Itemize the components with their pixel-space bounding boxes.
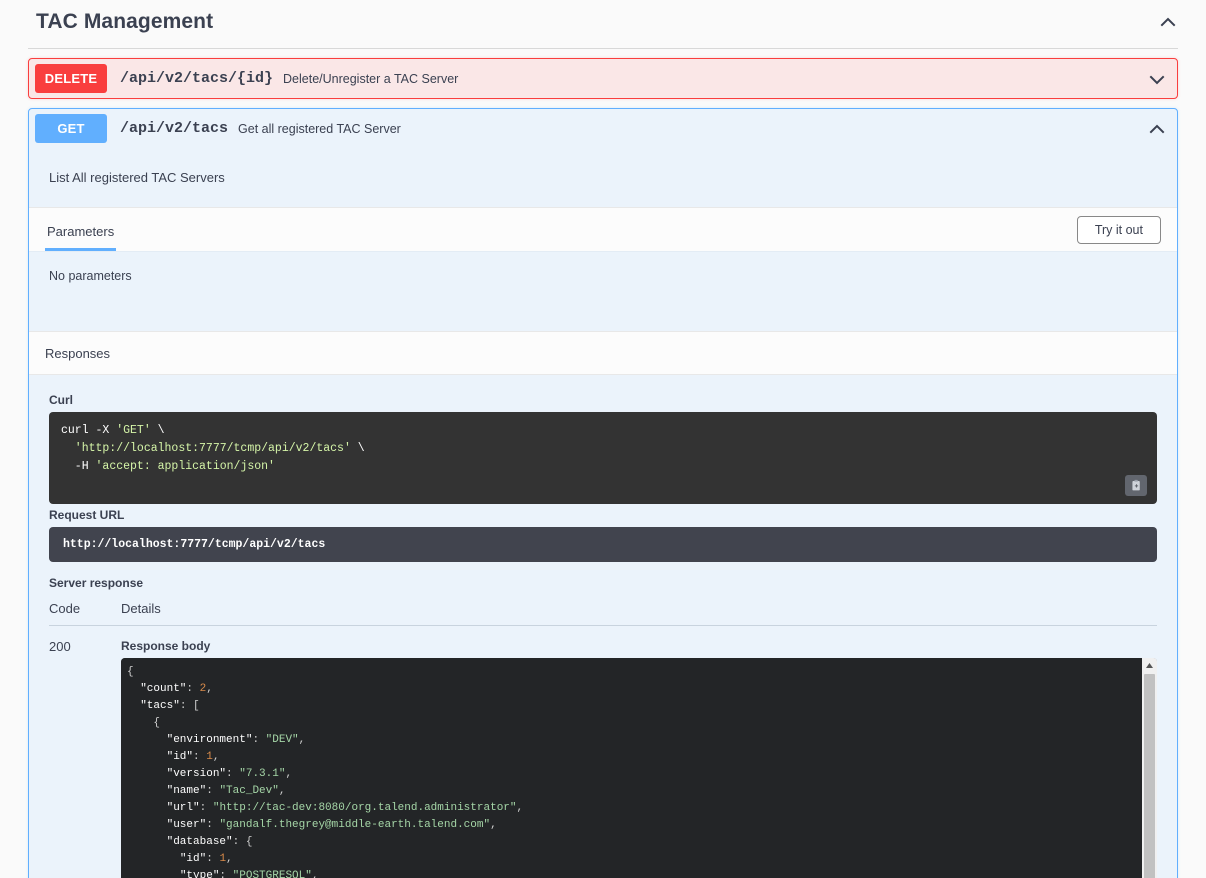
chevron-up-icon[interactable] bbox=[1158, 12, 1178, 32]
responses-header: Responses bbox=[29, 331, 1177, 375]
curl-line3-header: 'accept: application/json' bbox=[96, 460, 275, 473]
operation-summary-delete: Delete/Unregister a TAC Server bbox=[283, 72, 1147, 86]
response-details: Response body { "count": 2, "tacs": [ { … bbox=[121, 639, 1157, 878]
tag-header[interactable]: TAC Management bbox=[28, 0, 1178, 48]
response-body-viewer: { "count": 2, "tacs": [ { "environment":… bbox=[121, 658, 1157, 878]
responses-area: Curl curl -X 'GET' \ 'http://localhost:7… bbox=[29, 375, 1177, 878]
chevron-down-icon[interactable] bbox=[1147, 69, 1167, 89]
divider bbox=[28, 48, 1178, 49]
no-parameters-text: No parameters bbox=[29, 251, 1177, 331]
operation-path-get: /api/v2/tacs bbox=[120, 120, 228, 137]
swagger-ui-page: TAC Management DELETE /api/v2/tacs/{id} … bbox=[0, 0, 1206, 878]
curl-line3-flag: -H bbox=[61, 460, 96, 473]
page-title: TAC Management bbox=[36, 10, 213, 34]
operations-list: DELETE /api/v2/tacs/{id} Delete/Unregist… bbox=[0, 58, 1206, 878]
request-url-label: Request URL bbox=[49, 508, 1157, 522]
operation-description: List All registered TAC Servers bbox=[29, 148, 1177, 207]
tag-section: TAC Management bbox=[0, 0, 1206, 49]
curl-line1-continuation: \ bbox=[151, 424, 165, 437]
column-header-code: Code bbox=[49, 601, 121, 616]
tab-parameters[interactable]: Parameters bbox=[45, 222, 116, 251]
curl-label: Curl bbox=[49, 393, 1157, 407]
clipboard-copy-icon[interactable] bbox=[1125, 475, 1147, 496]
operation-header-get[interactable]: GET /api/v2/tacs Get all registered TAC … bbox=[29, 109, 1177, 148]
scrollbar-thumb[interactable] bbox=[1144, 674, 1155, 878]
responses-table: Code Details 200 Response body { "count"… bbox=[49, 601, 1157, 878]
http-method-badge-get: GET bbox=[35, 114, 107, 143]
tab-list: Parameters bbox=[45, 222, 134, 251]
operation-body: List All registered TAC Servers Paramete… bbox=[29, 148, 1177, 878]
parameters-header: Parameters Try it out bbox=[29, 207, 1177, 251]
curl-line1-command: curl -X bbox=[61, 424, 116, 437]
response-status-code: 200 bbox=[49, 639, 121, 878]
curl-code-block: curl -X 'GET' \ 'http://localhost:7777/t… bbox=[49, 412, 1157, 504]
http-method-badge-delete: DELETE bbox=[35, 64, 107, 93]
curl-line1-method: 'GET' bbox=[116, 424, 151, 437]
scroll-up-arrow-icon[interactable] bbox=[1142, 658, 1157, 672]
curl-line2-continuation: \ bbox=[351, 442, 365, 455]
operation-get-tacs: GET /api/v2/tacs Get all registered TAC … bbox=[28, 108, 1178, 878]
curl-line2-url: 'http://localhost:7777/tcmp/api/v2/tacs' bbox=[61, 442, 351, 455]
request-url-value: http://localhost:7777/tcmp/api/v2/tacs bbox=[49, 527, 1157, 562]
table-row: 200 Response body { "count": 2, "tacs": … bbox=[49, 626, 1157, 878]
table-header-row: Code Details bbox=[49, 601, 1157, 626]
operation-header-delete[interactable]: DELETE /api/v2/tacs/{id} Delete/Unregist… bbox=[29, 59, 1177, 98]
response-body-scrollbar[interactable] bbox=[1142, 658, 1157, 878]
response-body-label: Response body bbox=[121, 639, 1157, 653]
column-header-details: Details bbox=[121, 601, 161, 616]
response-body-json: { "count": 2, "tacs": [ { "environment":… bbox=[121, 658, 1142, 878]
try-it-out-button[interactable]: Try it out bbox=[1077, 216, 1161, 244]
server-response-label: Server response bbox=[49, 576, 1157, 590]
operation-path-delete: /api/v2/tacs/{id} bbox=[120, 70, 273, 87]
chevron-up-icon[interactable] bbox=[1147, 119, 1167, 139]
operation-delete-tacs-id: DELETE /api/v2/tacs/{id} Delete/Unregist… bbox=[28, 58, 1178, 99]
operation-summary-get: Get all registered TAC Server bbox=[238, 122, 1147, 136]
